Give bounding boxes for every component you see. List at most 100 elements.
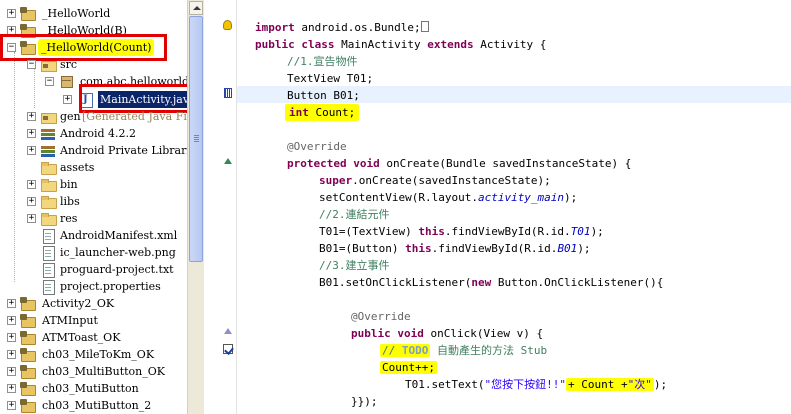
keyword: void: [397, 327, 424, 340]
static-field: B01: [557, 242, 578, 255]
keyword: super: [319, 174, 353, 187]
keyword: extends: [427, 38, 474, 51]
expand-icon[interactable]: +: [27, 180, 36, 189]
code-comment: //: [382, 344, 402, 357]
tree-guide: [34, 68, 35, 108]
code-line-close[interactable]: }});: [255, 393, 378, 410]
task-marker-icon[interactable]: [223, 344, 233, 354]
java-editor[interactable]: import android.os.Bundle; public class M…: [237, 0, 791, 414]
code-line-onclick[interactable]: public void onClick(View v) {: [255, 325, 543, 342]
code-annotation[interactable]: @Override: [255, 308, 411, 325]
highlighted-code: + Count +"次": [565, 378, 654, 391]
android-project-icon: [20, 7, 36, 21]
folder-icon: [40, 178, 57, 192]
tree-item-label: Android Private Libraries: [60, 144, 187, 157]
code-line-super[interactable]: super.onCreate(savedInstanceState);: [255, 172, 551, 189]
expand-icon[interactable]: +: [7, 367, 16, 376]
code-text: Count;: [308, 106, 356, 119]
code-text: B01.setOnClickListener(: [319, 276, 472, 289]
tree-item-label: Android 4.2.2: [60, 127, 136, 140]
code-text: );: [590, 225, 604, 238]
tree-item-label: assets: [60, 161, 95, 174]
code-comment: 自動產生的方法 Stub: [430, 344, 548, 357]
code-text: setContentView(R.layout.: [319, 191, 478, 204]
code-comment[interactable]: //3.建立事件: [255, 257, 390, 274]
code-line-textview[interactable]: TextView T01;: [255, 70, 373, 87]
android-project-icon: [20, 399, 36, 413]
expand-icon[interactable]: +: [27, 112, 36, 121]
expand-icon[interactable]: +: [27, 146, 36, 155]
expand-icon[interactable]: +: [27, 214, 36, 223]
project-label: Activity2_OK: [42, 297, 115, 310]
image-file-icon: [40, 246, 56, 261]
code-line-todo[interactable]: // TODO 自動產生的方法 Stub: [255, 342, 547, 359]
project-label: ATMToast_OK: [42, 331, 121, 344]
code-line-button[interactable]: Button B01;: [255, 87, 360, 104]
lightbulb-icon[interactable]: [223, 20, 232, 30]
string-literal: "您按下按鈕!!": [484, 378, 566, 391]
expand-icon[interactable]: +: [7, 9, 16, 18]
code-line-setcontentview[interactable]: setContentView(R.layout.activity_main);: [255, 189, 577, 206]
tree-item-label: src: [60, 58, 78, 71]
code-text: onClick(View v) {: [423, 327, 544, 340]
explorer-scrollbar[interactable]: [187, 0, 204, 414]
code-line-import[interactable]: import android.os.Bundle;: [255, 19, 429, 36]
highlighted-code: // TODO: [380, 344, 431, 357]
code-comment[interactable]: //2.連結元件: [255, 206, 390, 223]
project-label: ATMInput: [42, 314, 98, 327]
code-line-setonclick[interactable]: B01.setOnClickListener(new Button.OnClic…: [255, 274, 663, 291]
keyword: protected: [287, 157, 347, 170]
collapsed-imports-icon[interactable]: [420, 21, 429, 32]
expand-icon[interactable]: +: [27, 129, 36, 138]
android-project-icon: [20, 314, 36, 328]
code-annotation[interactable]: @Override: [255, 138, 347, 155]
code-line-find-t01[interactable]: T01=(TextView) this.findViewById(R.id.T0…: [255, 223, 604, 240]
expand-icon[interactable]: +: [7, 384, 16, 393]
code-text: T01.setText(: [405, 378, 485, 391]
expand-icon[interactable]: +: [7, 401, 16, 410]
tree-item-label: gen: [60, 110, 81, 123]
static-field: activity_main: [477, 191, 565, 204]
project-label: ch03_MutiButton_2: [42, 399, 152, 412]
tree-item-label: res: [60, 212, 78, 225]
code-line-count-increment[interactable]: Count++;: [255, 359, 437, 376]
code-text: .onCreate(savedInstanceState);: [352, 174, 551, 187]
scroll-thumb[interactable]: [189, 16, 203, 262]
highlight-box-project: [0, 34, 167, 61]
code-line-class-decl[interactable]: public class MainActivity extends Activi…: [255, 36, 546, 53]
highlighted-code: Count++;: [380, 361, 437, 374]
code-text: onCreate(Bundle savedInstanceState) {: [379, 157, 632, 170]
tree-item-label: ic_launcher-web.png: [60, 246, 176, 259]
expand-icon[interactable]: +: [27, 197, 36, 206]
expand-icon[interactable]: +: [7, 316, 16, 325]
android-project-icon: [20, 365, 36, 379]
code-text: Button.OnClickListener(){: [491, 276, 664, 289]
code-line-int-count[interactable]: int Count;: [255, 104, 360, 121]
package-explorer: + _HelloWorld + _HelloWorld(B) − _HelloW…: [0, 0, 187, 414]
expand-icon[interactable]: +: [7, 350, 16, 359]
tree-item-label: project.properties: [60, 280, 161, 293]
code-comment[interactable]: //1.宣告物件: [255, 53, 358, 70]
code-text: );: [564, 191, 578, 204]
folder-icon: [40, 212, 57, 226]
code-text: .findViewById(R.id.: [431, 242, 558, 255]
code-line-find-b01[interactable]: B01=(Button) this.findViewById(R.id.B01)…: [255, 240, 591, 257]
code-line-oncreate[interactable]: protected void onCreate(Bundle savedInst…: [255, 155, 631, 172]
keyword: void: [353, 157, 380, 170]
code-text: );: [653, 378, 668, 391]
expand-icon[interactable]: +: [63, 95, 72, 104]
expand-icon[interactable]: +: [7, 333, 16, 342]
android-project-icon: [20, 348, 36, 362]
expand-icon[interactable]: +: [7, 299, 16, 308]
keyword: this: [405, 242, 432, 255]
project-label: ch03_MileToKm_OK: [42, 348, 155, 361]
library-icon: [40, 144, 56, 157]
scroll-up-button[interactable]: [189, 1, 203, 15]
collapse-icon[interactable]: −: [27, 60, 36, 69]
code-line-settext[interactable]: T01.setText("您按下按鈕!!" + Count +"次");: [255, 376, 667, 393]
xml-file-icon: [40, 229, 56, 244]
view-splitter[interactable]: [204, 0, 220, 414]
occurrence-marker-icon[interactable]: [224, 88, 232, 98]
keyword: this: [418, 225, 445, 238]
collapse-icon[interactable]: −: [45, 77, 54, 86]
